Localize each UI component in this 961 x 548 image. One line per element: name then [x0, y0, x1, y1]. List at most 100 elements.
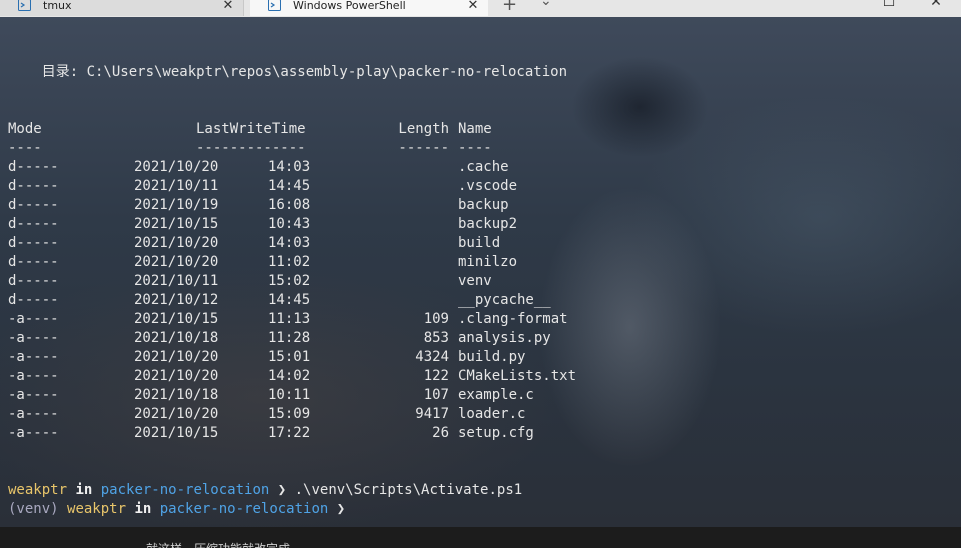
maximize-icon[interactable]: ☐ — [874, 0, 904, 10]
row-name: backup — [458, 197, 509, 213]
listing-row: -a---- 2021/10/18 11:28 853 analysis.py — [0, 329, 961, 348]
row-date: 2021/10/20 — [134, 159, 219, 175]
bottom-caption-bar: 就这样，压缩功能就改完成 — [0, 527, 961, 548]
tab-tmux[interactable]: tmux ✕ — [0, 0, 244, 16]
terminal-window: tmux ✕ Windows PowerShell ✕ + ⌄ ☐ ✕ 目录: … — [0, 0, 961, 548]
row-name: example.c — [458, 387, 534, 403]
row-length: 109 — [423, 311, 449, 327]
header-name: Name — [458, 121, 492, 137]
row-date: 2021/10/15 — [134, 425, 219, 441]
listing-row: d----- 2021/10/11 14:45 .vscode — [0, 177, 961, 196]
listing-row: -a---- 2021/10/15 11:13 109 .clang-format — [0, 310, 961, 329]
prompt-directory: packer-no-relocation — [159, 501, 329, 517]
row-mode: d----- — [8, 197, 59, 213]
listing-row: d----- 2021/10/20 11:02 minilzo — [0, 253, 961, 272]
row-name: setup.cfg — [458, 425, 534, 441]
row-time: 14:45 — [268, 178, 311, 194]
row-time: 15:02 — [268, 273, 311, 289]
row-date: 2021/10/18 — [134, 387, 219, 403]
row-mode: -a---- — [8, 330, 59, 346]
prompt-in: in — [67, 482, 101, 498]
row-name: .clang-format — [458, 311, 568, 327]
row-mode: -a---- — [8, 349, 59, 365]
prompt-in: in — [126, 501, 160, 517]
powershell-icon — [18, 0, 31, 11]
row-name: backup2 — [458, 216, 518, 232]
header-mode: Mode — [8, 121, 42, 137]
underline-lastwritetime: ------------- — [196, 140, 306, 156]
tab-windows-powershell[interactable]: Windows PowerShell ✕ — [250, 0, 488, 16]
row-mode: d----- — [8, 273, 59, 289]
row-mode: -a---- — [8, 406, 59, 422]
row-time: 16:08 — [268, 197, 311, 213]
row-date: 2021/10/18 — [134, 330, 219, 346]
row-length: 26 — [432, 425, 449, 441]
listing-row: -a---- 2021/10/20 15:01 4324 build.py — [0, 348, 961, 367]
row-time: 11:28 — [268, 330, 311, 346]
row-mode: d----- — [8, 254, 59, 270]
terminal-output[interactable]: 目录: C:\Users\weakptr\repos\assembly-play… — [0, 17, 961, 527]
row-length: 9417 — [415, 406, 449, 422]
underline-name: ---- — [458, 140, 492, 156]
row-time: 10:11 — [268, 387, 311, 403]
tab-label: tmux — [43, 0, 72, 12]
row-mode: d----- — [8, 235, 59, 251]
row-mode: -a---- — [8, 368, 59, 384]
prompt-line-1: weakptr in packer-no-relocation ❯ .\venv… — [8, 481, 522, 500]
listing-row: -a---- 2021/10/20 14:02 122 CMakeLists.txt — [0, 367, 961, 386]
listing-row: d----- 2021/10/12 14:45 __pycache__ — [0, 291, 961, 310]
listing-row: -a---- 2021/10/20 15:09 9417 loader.c — [0, 405, 961, 424]
row-name: .vscode — [458, 178, 518, 194]
row-date: 2021/10/11 — [134, 273, 219, 289]
prompt-directory: packer-no-relocation — [100, 482, 270, 498]
row-mode: -a---- — [8, 311, 59, 327]
close-tab-icon[interactable]: ✕ — [221, 0, 235, 13]
row-time: 17:22 — [268, 425, 311, 441]
close-tab-icon[interactable]: ✕ — [466, 0, 480, 13]
powershell-icon — [268, 0, 281, 11]
row-date: 2021/10/12 — [134, 292, 219, 308]
underline-mode: ---- — [8, 140, 42, 156]
directory-line: 目录: C:\Users\weakptr\repos\assembly-play… — [8, 64, 568, 80]
listing-row: -a---- 2021/10/15 17:22 26 setup.cfg — [0, 424, 961, 443]
row-length: 853 — [423, 330, 449, 346]
row-time: 15:09 — [268, 406, 311, 422]
row-name: venv — [458, 273, 492, 289]
chevron-down-icon[interactable]: ⌄ — [540, 0, 552, 9]
tab-label: Windows PowerShell — [293, 0, 406, 12]
row-date: 2021/10/11 — [134, 178, 219, 194]
row-time: 14:45 — [268, 292, 311, 308]
row-time: 11:02 — [268, 254, 311, 270]
row-name: build.py — [458, 349, 526, 365]
row-date: 2021/10/20 — [134, 349, 219, 365]
row-name: __pycache__ — [458, 292, 551, 308]
new-tab-icon[interactable]: + — [502, 0, 517, 15]
listing-row: d----- 2021/10/20 14:03 .cache — [0, 158, 961, 177]
row-name: CMakeLists.txt — [458, 368, 577, 384]
row-name: build — [458, 235, 501, 251]
row-name: analysis.py — [458, 330, 551, 346]
prompt-user: weakptr — [67, 501, 127, 517]
row-time: 10:43 — [268, 216, 311, 232]
row-length: 122 — [423, 368, 449, 384]
row-length: 4324 — [415, 349, 449, 365]
row-date: 2021/10/15 — [134, 216, 219, 232]
listing-row: d----- 2021/10/11 15:02 venv — [0, 272, 961, 291]
close-window-icon[interactable]: ✕ — [921, 0, 951, 10]
listing-row: -a---- 2021/10/18 10:11 107 example.c — [0, 386, 961, 405]
prompt-line-2[interactable]: (venv) weakptr in packer-no-relocation ❯ — [8, 500, 345, 519]
prompt-user: weakptr — [8, 482, 68, 498]
row-time: 14:03 — [268, 159, 311, 175]
row-date: 2021/10/20 — [134, 235, 219, 251]
row-mode: -a---- — [8, 387, 59, 403]
row-time: 14:02 — [268, 368, 311, 384]
row-mode: d----- — [8, 216, 59, 232]
row-date: 2021/10/15 — [134, 311, 219, 327]
row-mode: d----- — [8, 159, 59, 175]
listing-header-underline: ---- ------------- ------ ---- — [0, 139, 961, 158]
row-name: minilzo — [458, 254, 518, 270]
listing-header: Mode LastWriteTime Length Name — [0, 120, 961, 139]
row-time: 14:03 — [268, 235, 311, 251]
row-date: 2021/10/19 — [134, 197, 219, 213]
row-mode: d----- — [8, 178, 59, 194]
